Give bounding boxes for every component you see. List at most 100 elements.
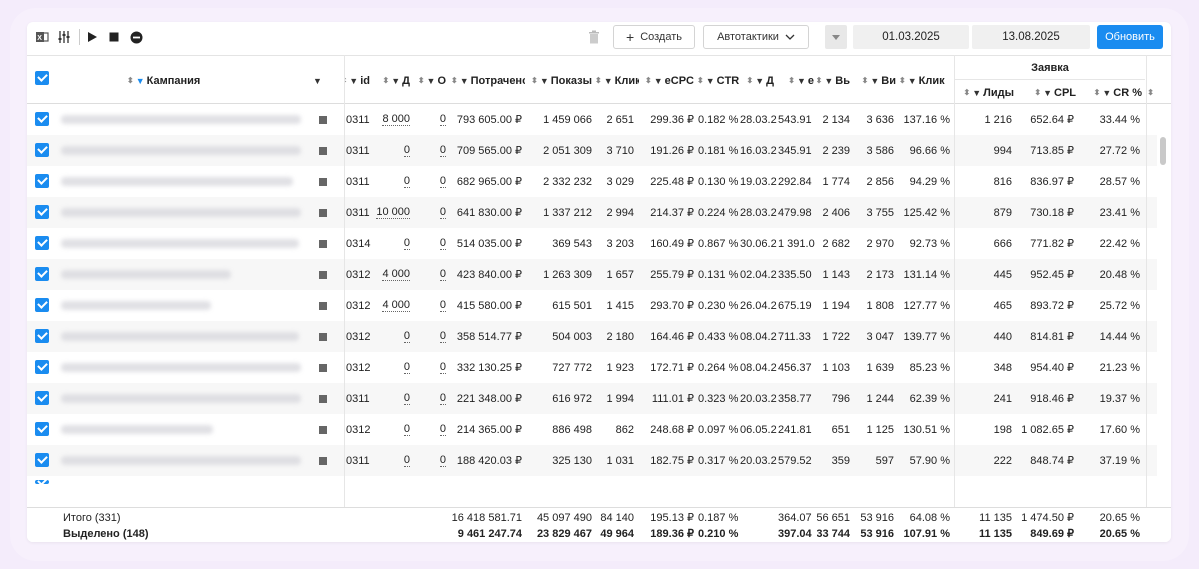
campaign-name-redacted[interactable]: [61, 270, 231, 279]
table-row[interactable]: 0312 4 000 0 415 580.00 ₽ 615 501 1 415 293.70…: [27, 290, 1157, 321]
table-row[interactable]: 0314 0 0 514 035.00 ₽ 369 543 3 203 160.49 ₽ 0.…: [27, 228, 1157, 259]
row-checkbox[interactable]: [35, 143, 49, 157]
cell-d[interactable]: 0: [373, 414, 413, 445]
campaign-name-redacted[interactable]: [61, 115, 301, 124]
col-id[interactable]: ⬍▼id: [345, 56, 373, 105]
cell-d[interactable]: 0: [373, 321, 413, 352]
col-date[interactable]: ⬍ ▼ Д: [739, 56, 777, 105]
col-e[interactable]: ⬍ ▼ е: [777, 56, 817, 105]
col-cr[interactable]: ⬍ ▼ CR %: [1079, 80, 1145, 105]
cell-o[interactable]: 0: [413, 166, 449, 197]
status-stopped-icon[interactable]: [319, 364, 327, 372]
col-impressions[interactable]: ⬍ ▼ Показы: [525, 56, 595, 105]
status-stopped-icon[interactable]: [319, 302, 327, 310]
trash-icon[interactable]: [587, 30, 601, 44]
campaign-name-redacted[interactable]: [61, 239, 299, 248]
autotactics-dropdown[interactable]: Автотактики: [703, 25, 809, 49]
status-stopped-icon[interactable]: [319, 271, 327, 279]
row-checkbox[interactable]: [35, 480, 49, 484]
row-checkbox[interactable]: [35, 360, 49, 374]
col-v2[interactable]: ⬍ ▼ Ви: [853, 56, 899, 105]
disable-icon[interactable]: [129, 30, 143, 44]
table-row[interactable]: 0311 0 0 709 565.00 ₽ 2 051 309 3 710 191.26 ₽…: [27, 135, 1157, 166]
col-ecpc[interactable]: ⬍ ▼ eCPC: [639, 56, 697, 105]
settings-sliders-icon[interactable]: [57, 30, 71, 44]
filter-icon[interactable]: ▼: [313, 56, 327, 105]
select-all-checkbox[interactable]: [35, 71, 49, 85]
cell-o[interactable]: 0: [413, 383, 449, 414]
cell-d[interactable]: 0: [373, 166, 413, 197]
cell-o[interactable]: 0: [413, 135, 449, 166]
cell-o[interactable]: 0: [413, 228, 449, 259]
cell-o[interactable]: 0: [413, 445, 449, 476]
table-row[interactable]: 0311 0 0 682 965.00 ₽ 2 332 232 3 029 225.48 ₽…: [27, 166, 1157, 197]
col-clicks[interactable]: ⬍▼Клики: [595, 56, 639, 105]
col-cpl[interactable]: ⬍ ▼ CPL: [1017, 80, 1079, 105]
refresh-button[interactable]: Обновить: [1097, 25, 1163, 49]
cell-o[interactable]: 0: [413, 259, 449, 290]
status-stopped-icon[interactable]: [319, 395, 327, 403]
cell-d[interactable]: 0: [373, 135, 413, 166]
campaign-name-redacted[interactable]: [61, 208, 301, 217]
cell-d[interactable]: 0: [373, 445, 413, 476]
cell-o[interactable]: 0: [413, 104, 449, 135]
date-preset-dropdown[interactable]: [825, 25, 847, 49]
cell-d[interactable]: 8 000: [373, 104, 413, 135]
col-klik[interactable]: ⬍ ▼ Клик: [899, 56, 955, 105]
row-checkbox[interactable]: [35, 112, 49, 126]
campaign-name-redacted[interactable]: [61, 394, 301, 403]
table-row[interactable]: 0311 0 0 188 420.03 ₽ 325 130 1 031 182.75 ₽ 0.…: [27, 445, 1157, 476]
cell-o[interactable]: 0: [413, 352, 449, 383]
col-o[interactable]: ⬍ ▼ О: [413, 56, 449, 105]
row-checkbox[interactable]: [35, 453, 49, 467]
row-checkbox[interactable]: [35, 391, 49, 405]
table-row[interactable]: 0312 0 0 358 514.77 ₽ 504 003 2 180 164.46 ₽ 0.…: [27, 321, 1157, 352]
campaign-name-redacted[interactable]: [61, 363, 301, 372]
col-d[interactable]: ⬍ ▼ Д: [373, 56, 413, 105]
status-stopped-icon[interactable]: [319, 457, 327, 465]
campaign-name-redacted[interactable]: [61, 177, 293, 186]
excel-export-icon[interactable]: X: [35, 30, 49, 44]
campaign-name-redacted[interactable]: [61, 146, 301, 155]
status-stopped-icon[interactable]: [319, 116, 327, 124]
campaign-name-redacted[interactable]: [61, 332, 299, 341]
cell-o[interactable]: 0: [413, 414, 449, 445]
table-row[interactable]: 0311 8 000 0 793 605.00 ₽ 1 459 066 2 651 299.…: [27, 104, 1157, 135]
stop-icon[interactable]: [107, 30, 121, 44]
status-stopped-icon[interactable]: [319, 333, 327, 341]
row-checkbox[interactable]: [35, 422, 49, 436]
vertical-scrollbar[interactable]: [1160, 137, 1166, 165]
cell-d[interactable]: 0: [373, 383, 413, 414]
campaign-name-redacted[interactable]: [61, 301, 211, 310]
campaign-name-redacted[interactable]: [61, 456, 301, 465]
status-stopped-icon[interactable]: [319, 178, 327, 186]
row-checkbox[interactable]: [35, 236, 49, 250]
col-spent[interactable]: ⬍ ▼ Потрачено: [451, 56, 525, 105]
cell-d[interactable]: 10 000: [373, 197, 413, 228]
col-ctr[interactable]: ⬍ ▼ CTR: [697, 56, 739, 105]
play-icon[interactable]: [85, 30, 99, 44]
cell-o[interactable]: 0: [413, 290, 449, 321]
date-to-field[interactable]: 13.08.2025: [972, 25, 1090, 49]
cell-d[interactable]: 4 000: [373, 259, 413, 290]
table-row[interactable]: 0312 0 0 214 365.00 ₽ 886 498 862 248.68 ₽ 0.09…: [27, 414, 1157, 445]
col-campaign[interactable]: ⬍ ▼ Кампания: [127, 56, 307, 105]
status-stopped-icon[interactable]: [319, 240, 327, 248]
campaign-name-redacted[interactable]: [61, 425, 213, 434]
sort-icon[interactable]: ⬍: [1147, 80, 1159, 105]
cell-o[interactable]: 0: [413, 197, 449, 228]
col-v1[interactable]: ⬍ ▼ Вь: [817, 56, 853, 105]
cell-d[interactable]: 0: [373, 352, 413, 383]
create-button[interactable]: + Создать: [613, 25, 695, 49]
date-from-field[interactable]: 01.03.2025: [853, 25, 969, 49]
col-leads[interactable]: ⬍ ▼ Лиды: [955, 80, 1017, 105]
table-row[interactable]: 0312 0 0 332 130.25 ₽ 727 772 1 923 172.71 ₽ 0.…: [27, 352, 1157, 383]
table-row[interactable]: 0311 0 0 221 348.00 ₽ 616 972 1 994 111.01 ₽ 0.…: [27, 383, 1157, 414]
row-checkbox[interactable]: [35, 267, 49, 281]
cell-d[interactable]: 0: [373, 228, 413, 259]
table-row[interactable]: 0311 10 000 0 641 830.00 ₽ 1 337 212 2 994 214…: [27, 197, 1157, 228]
row-checkbox[interactable]: [35, 174, 49, 188]
table-row[interactable]: 0312 4 000 0 423 840.00 ₽ 1 263 309 1 657 255.…: [27, 259, 1157, 290]
row-checkbox[interactable]: [35, 298, 49, 312]
status-stopped-icon[interactable]: [319, 209, 327, 217]
